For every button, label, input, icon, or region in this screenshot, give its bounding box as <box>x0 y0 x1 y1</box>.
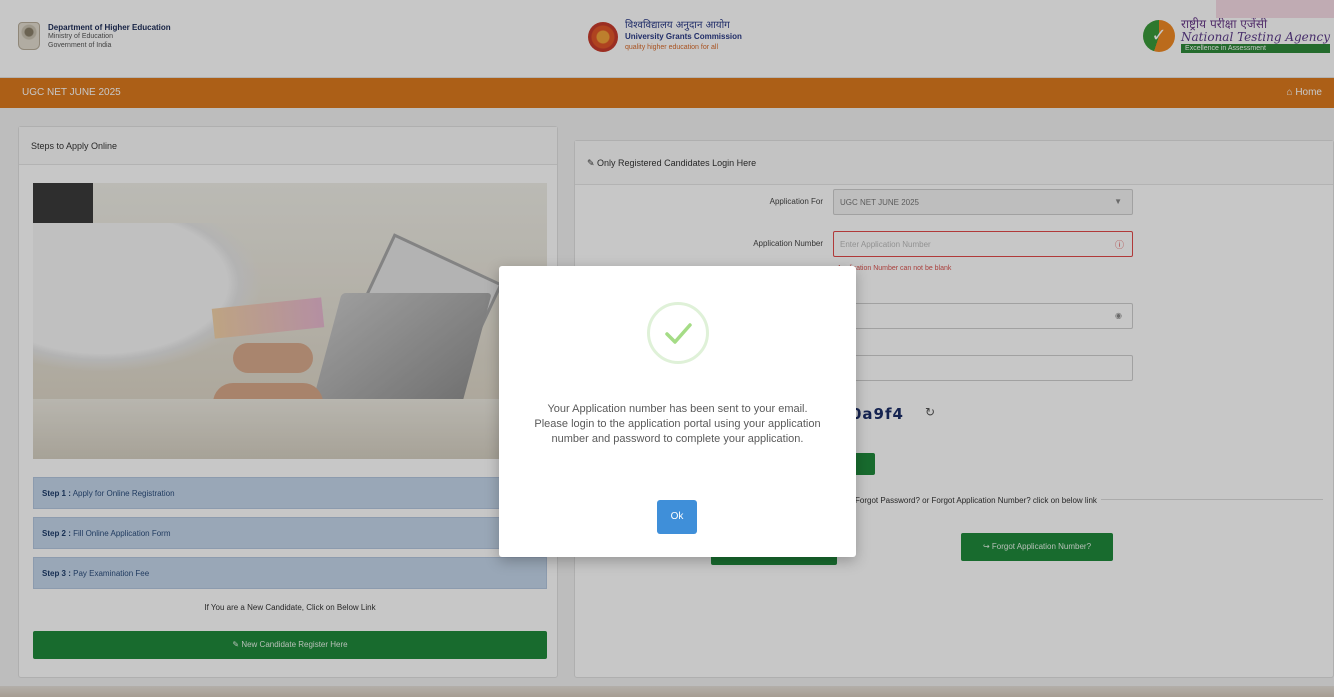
check-icon <box>665 323 692 344</box>
ok-button[interactable]: Ok <box>657 500 697 534</box>
modal-message: Your Application number has been sent to… <box>534 403 821 445</box>
success-check-icon <box>647 302 709 364</box>
success-modal: Your Application number has been sent to… <box>499 266 856 557</box>
